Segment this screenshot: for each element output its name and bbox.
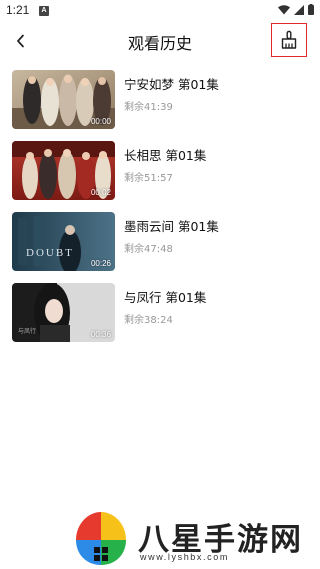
status-time: 1:21 [6,3,30,17]
svg-text:与凤行: 与凤行 [18,327,36,335]
battery-icon [308,4,314,15]
video-thumbnail[interactable]: 00:02 [12,141,115,200]
video-thumbnail[interactable]: 与凤行 00:36 [12,283,115,342]
history-item[interactable]: DOUBT 00:26 墨雨云间 第01集 剩余47:48 [12,210,312,281]
remaining-time: 剩余51:57 [124,173,173,184]
clear-history-button[interactable] [271,23,307,57]
status-icons [278,4,314,15]
video-title[interactable]: 墨雨云间 第01集 [124,216,219,235]
video-duration: 00:36 [90,330,111,339]
video-title[interactable]: 与凤行 第01集 [124,287,206,306]
video-thumbnail[interactable]: DOUBT 00:26 [12,212,115,271]
video-duration: 00:02 [90,188,111,197]
wifi-icon [278,4,290,14]
site-watermark: 八星手游网 www.lyshbx.com [70,510,320,569]
broom-icon [281,30,297,49]
video-duration: 00:26 [90,259,111,268]
remaining-time: 剩余38:24 [124,315,173,326]
history-item[interactable]: 00:00 宁安如梦 第01集 剩余41:39 [12,68,312,139]
notification-badge: A [39,6,49,16]
history-item[interactable]: 与凤行 00:36 与凤行 第01集 剩余38:24 [12,281,312,352]
history-item[interactable]: 00:02 长相思 第01集 剩余51:57 [12,139,312,210]
history-list: 00:00 宁安如梦 第01集 剩余41:39 00:02 长相思 第01集 剩… [12,68,312,352]
signal-icon [294,4,304,15]
remaining-time: 剩余41:39 [124,102,173,113]
remaining-time: 剩余47:48 [124,244,173,255]
status-bar: 1:21 A [0,0,320,22]
video-title[interactable]: 宁安如梦 第01集 [124,74,219,93]
video-title[interactable]: 长相思 第01集 [124,145,206,164]
watermark-logo [76,512,126,565]
video-thumbnail[interactable]: 00:00 [12,70,115,129]
svg-text:DOUBT: DOUBT [26,247,74,259]
video-duration: 00:00 [90,117,111,126]
header: 观看历史 [0,22,320,62]
watermark-url: www.lyshbx.com [140,552,229,562]
